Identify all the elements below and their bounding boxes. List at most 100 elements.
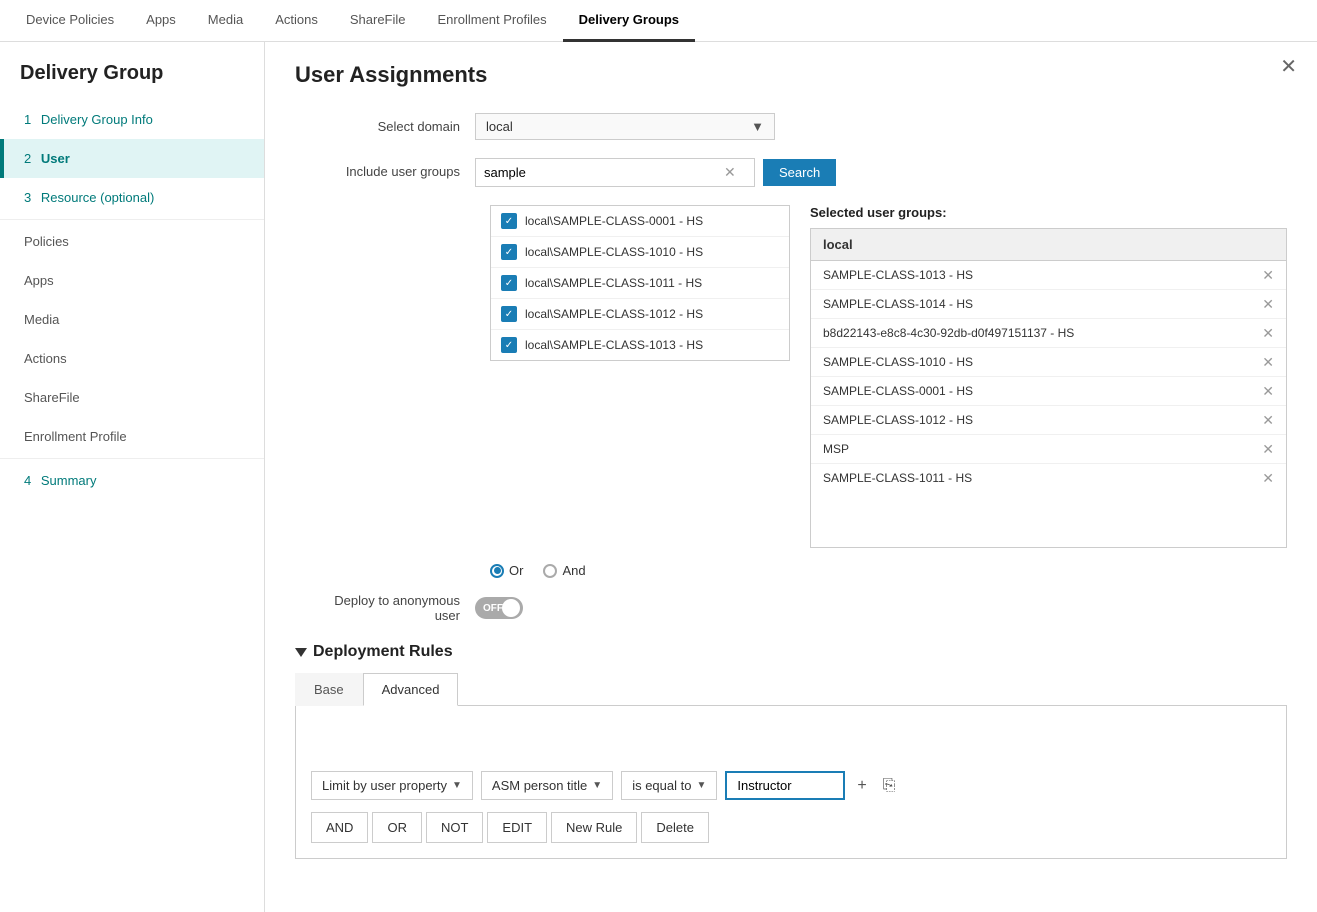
search-row: ✕ Search <box>475 158 1287 187</box>
list-item[interactable]: local\SAMPLE-CLASS-0001 - HS <box>491 206 789 237</box>
selected-groups-header: local <box>811 229 1286 261</box>
is-equal-to-dropdown[interactable]: is equal to ▼ <box>621 771 717 800</box>
close-button[interactable]: ✕ <box>1280 57 1297 77</box>
selected-group-item: b8d22143-e8c8-4c30-92db-d0f497151137 - H… <box>811 319 1286 348</box>
sidebar-item-user[interactable]: 2 User <box>0 139 264 178</box>
collapse-arrow-icon[interactable] <box>295 648 307 657</box>
sidebar-divider-1 <box>0 219 264 220</box>
nav-actions[interactable]: Actions <box>259 0 334 42</box>
selected-groups-area: Selected user groups: local SAMPLE-CLASS… <box>810 205 1287 548</box>
and-button[interactable]: AND <box>311 812 368 843</box>
selected-group-item: SAMPLE-CLASS-1013 - HS ✕ <box>811 261 1286 290</box>
remove-group-button[interactable]: ✕ <box>1262 442 1274 456</box>
deployment-tabs: Base Advanced <box>295 673 1287 706</box>
search-input-wrap: ✕ <box>475 158 755 187</box>
domain-dropdown[interactable]: local ▼ <box>475 113 775 140</box>
bottom-buttons: AND OR NOT EDIT New Rule Delete <box>311 812 1271 843</box>
copy-rule-button[interactable]: ⎘ <box>879 773 900 799</box>
checkbox-checked-icon <box>501 306 517 322</box>
main-container: Delivery Group 1 Delivery Group Info 2 U… <box>0 42 1317 912</box>
asm-person-title-label: ASM person title <box>492 778 587 793</box>
select-domain-control: local ▼ <box>475 113 1287 140</box>
content-area: ✕ User Assignments Select domain local ▼… <box>265 42 1317 912</box>
rule-value-input[interactable] <box>725 771 845 800</box>
nav-apps[interactable]: Apps <box>130 0 192 42</box>
checkbox-checked-icon <box>501 244 517 260</box>
selected-group-item: MSP ✕ <box>811 435 1286 464</box>
sidebar-item-media[interactable]: Media <box>0 300 264 339</box>
or-label: Or <box>509 563 523 578</box>
and-radio-label[interactable]: And <box>543 563 585 578</box>
sidebar-item-actions[interactable]: Actions <box>0 339 264 378</box>
search-input[interactable] <box>484 165 724 180</box>
groups-list: local\SAMPLE-CLASS-0001 - HS local\SAMPL… <box>490 205 790 361</box>
selected-group-item: SAMPLE-CLASS-0001 - HS ✕ <box>811 377 1286 406</box>
list-item[interactable]: local\SAMPLE-CLASS-1010 - HS <box>491 237 789 268</box>
selected-user-groups-label: Selected user groups: <box>810 205 1287 220</box>
tab-base[interactable]: Base <box>295 673 363 706</box>
domain-dropdown-arrow: ▼ <box>751 119 764 134</box>
nav-delivery-groups[interactable]: Delivery Groups <box>563 0 695 42</box>
sidebar-item-delivery-group-info[interactable]: 1 Delivery Group Info <box>0 100 264 139</box>
limit-by-dropdown[interactable]: Limit by user property ▼ <box>311 771 473 800</box>
tab-advanced[interactable]: Advanced <box>363 673 459 706</box>
list-item[interactable]: local\SAMPLE-CLASS-1013 - HS <box>491 330 789 360</box>
or-radio-label[interactable]: Or <box>490 563 523 578</box>
sidebar-item-sharefile[interactable]: ShareFile <box>0 378 264 417</box>
delete-button[interactable]: Delete <box>641 812 709 843</box>
sidebar-item-summary[interactable]: 4 Summary <box>0 461 264 500</box>
select-domain-row: Select domain local ▼ <box>295 113 1287 140</box>
rule-row: Limit by user property ▼ ASM person titl… <box>311 771 1271 800</box>
and-radio[interactable] <box>543 564 557 578</box>
checkbox-checked-icon <box>501 213 517 229</box>
is-equal-to-label: is equal to <box>632 778 691 793</box>
sidebar-item-policies[interactable]: Policies <box>0 222 264 261</box>
search-clear-icon[interactable]: ✕ <box>724 164 736 181</box>
sidebar-divider-2 <box>0 458 264 459</box>
sidebar-item-resource[interactable]: 3 Resource (optional) <box>0 178 264 217</box>
rules-area: Limit by user property ▼ ASM person titl… <box>295 706 1287 859</box>
or-radio[interactable] <box>490 564 504 578</box>
and-label: And <box>562 563 585 578</box>
asm-person-title-dropdown[interactable]: ASM person title ▼ <box>481 771 613 800</box>
nav-enrollment-profiles[interactable]: Enrollment Profiles <box>422 0 563 42</box>
two-column-area: local\SAMPLE-CLASS-0001 - HS local\SAMPL… <box>490 205 1287 548</box>
toggle-off-text: OFF <box>483 603 503 614</box>
remove-group-button[interactable]: ✕ <box>1262 384 1274 398</box>
remove-group-button[interactable]: ✕ <box>1262 268 1274 282</box>
limit-by-arrow-icon: ▼ <box>452 780 462 791</box>
new-rule-button[interactable]: New Rule <box>551 812 637 843</box>
selected-group-item: SAMPLE-CLASS-1010 - HS ✕ <box>811 348 1286 377</box>
search-button[interactable]: Search <box>763 159 836 186</box>
include-user-groups-label: Include user groups <box>295 158 475 179</box>
remove-group-button[interactable]: ✕ <box>1262 326 1274 340</box>
nav-device-policies[interactable]: Device Policies <box>10 0 130 42</box>
list-item[interactable]: local\SAMPLE-CLASS-1011 - HS <box>491 268 789 299</box>
or-and-row: Or And <box>490 563 1287 578</box>
include-user-groups-control: ✕ Search <box>475 158 1287 187</box>
or-button[interactable]: OR <box>372 812 422 843</box>
not-button[interactable]: NOT <box>426 812 483 843</box>
checkbox-checked-icon <box>501 337 517 353</box>
remove-group-button[interactable]: ✕ <box>1262 297 1274 311</box>
sidebar-item-enrollment-profile[interactable]: Enrollment Profile <box>0 417 264 456</box>
toggle-knob <box>502 599 520 617</box>
nav-media[interactable]: Media <box>192 0 259 42</box>
remove-group-button[interactable]: ✕ <box>1262 355 1274 369</box>
sidebar-item-apps[interactable]: Apps <box>0 261 264 300</box>
selected-group-item: SAMPLE-CLASS-1014 - HS ✕ <box>811 290 1286 319</box>
remove-group-button[interactable]: ✕ <box>1262 471 1274 485</box>
sidebar: Delivery Group 1 Delivery Group Info 2 U… <box>0 42 265 912</box>
deploy-toggle[interactable]: OFF <box>475 597 523 619</box>
add-rule-button[interactable]: + <box>853 773 870 799</box>
domain-value: local <box>486 119 513 134</box>
selected-group-item: SAMPLE-CLASS-1012 - HS ✕ <box>811 406 1286 435</box>
limit-by-label: Limit by user property <box>322 778 447 793</box>
remove-group-button[interactable]: ✕ <box>1262 413 1274 427</box>
selected-group-item: SAMPLE-CLASS-1011 - HS ✕ <box>811 464 1286 492</box>
checkbox-checked-icon <box>501 275 517 291</box>
deploy-toggle-row: Deploy to anonymoususer OFF <box>295 593 1287 623</box>
edit-button[interactable]: EDIT <box>487 812 547 843</box>
list-item[interactable]: local\SAMPLE-CLASS-1012 - HS <box>491 299 789 330</box>
nav-sharefile[interactable]: ShareFile <box>334 0 422 42</box>
